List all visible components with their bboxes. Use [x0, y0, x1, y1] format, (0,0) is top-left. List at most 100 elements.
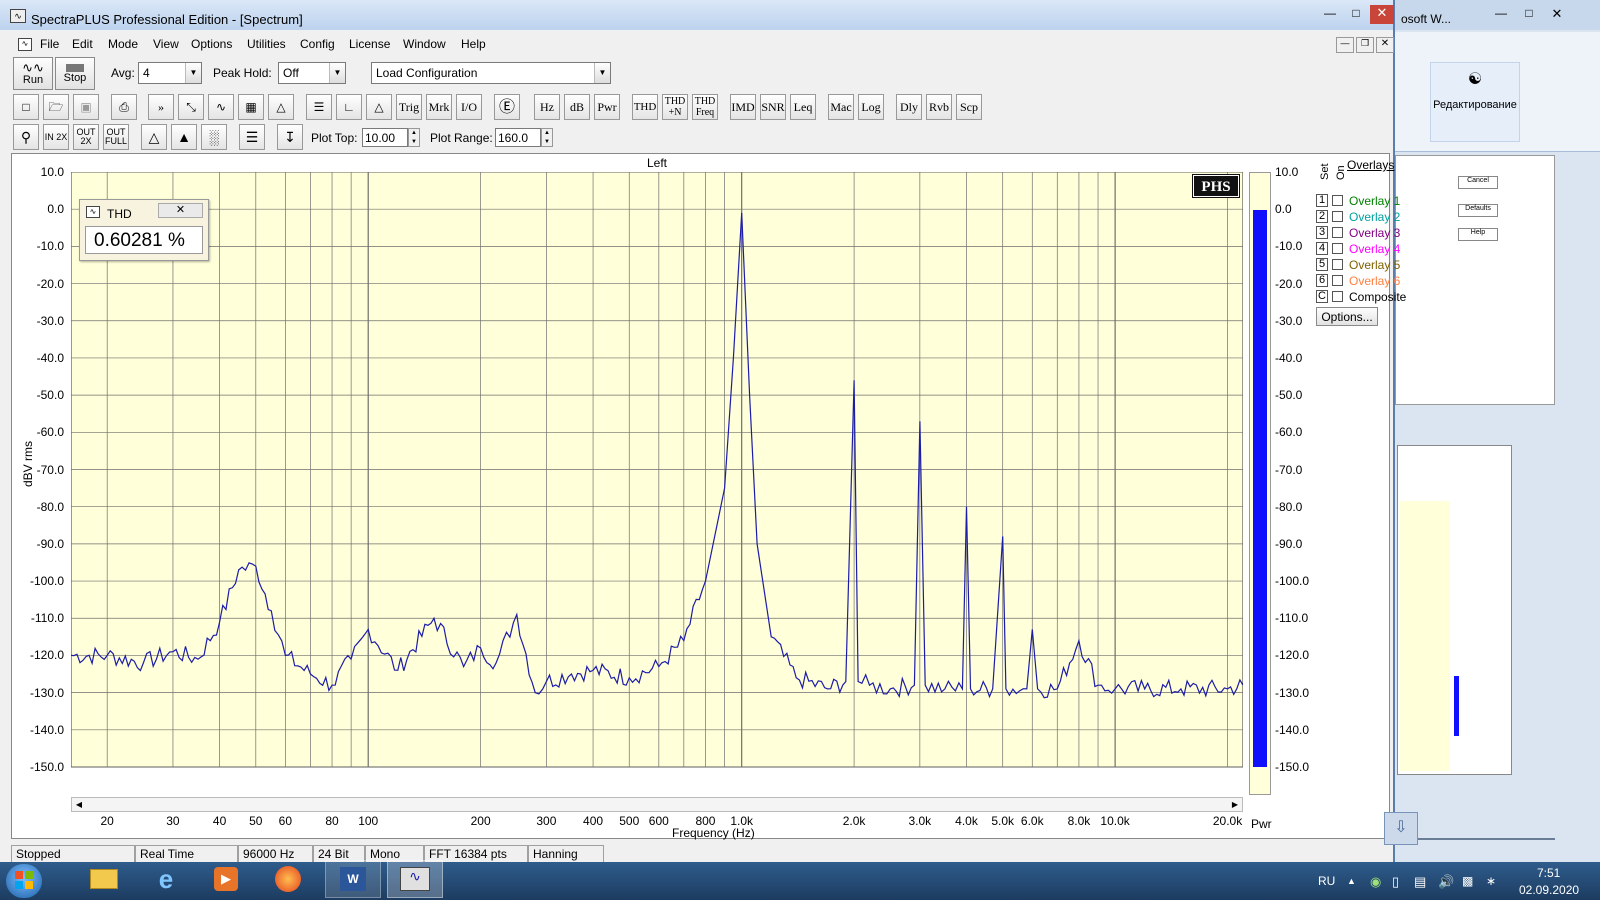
zoom-icon[interactable]: ⚲: [13, 124, 39, 150]
menu-options[interactable]: Options: [191, 37, 232, 51]
overlay-set-button[interactable]: 1: [1316, 194, 1328, 207]
zoom-in-button[interactable]: IN 2X: [43, 124, 69, 150]
horizontal-scrollbar[interactable]: ◀ ▶: [71, 797, 1243, 812]
new-file-icon[interactable]: □: [13, 94, 39, 120]
autoscale-icon[interactable]: ↧: [277, 124, 303, 150]
peak-icon[interactable]: △: [141, 124, 167, 150]
explorer-taskbar-icon[interactable]: [82, 860, 126, 898]
load-config-select[interactable]: Load Configuration ▼: [371, 62, 611, 84]
bg-maximize-button[interactable]: □: [1516, 6, 1542, 24]
plot-range-spinner[interactable]: ▲ ▼: [541, 128, 553, 147]
bg-minimize-button[interactable]: —: [1488, 6, 1514, 24]
pwr-button[interactable]: Pwr: [594, 94, 620, 120]
mode-wave-icon[interactable]: ∿: [208, 94, 234, 120]
leq-button[interactable]: Leq: [790, 94, 816, 120]
io-button[interactable]: I/O: [456, 94, 482, 120]
overlay-checkbox[interactable]: [1332, 275, 1343, 286]
zoom-out-button[interactable]: OUT 2X: [73, 124, 99, 150]
menu-mode[interactable]: Mode: [108, 37, 138, 51]
thd-meter-window[interactable]: ∿ THD ✕ 0.60281 %: [79, 199, 209, 261]
envelope-icon[interactable]: ▲: [171, 124, 197, 150]
signal-tray-icon[interactable]: ▩: [1462, 874, 1473, 888]
stop-button[interactable]: Stop: [55, 57, 95, 90]
spectraplus-taskbar-icon[interactable]: ∿: [387, 860, 443, 898]
compass-icon[interactable]: △: [366, 94, 392, 120]
menu-license[interactable]: License: [349, 37, 390, 51]
plot-range-input[interactable]: 160.0: [495, 128, 541, 147]
zoom-full-button[interactable]: OUT FULL: [103, 124, 129, 150]
overlay-row[interactable]: 2 Overlay 2: [1316, 210, 1400, 224]
mdi-doc-icon[interactable]: ∿: [18, 38, 32, 51]
word-taskbar-icon[interactable]: W: [325, 860, 381, 898]
hz-button[interactable]: Hz: [534, 94, 560, 120]
menu-edit[interactable]: Edit: [72, 37, 93, 51]
mdi-restore-button[interactable]: ❐: [1356, 37, 1374, 53]
bg-close-button[interactable]: ✕: [1544, 6, 1570, 24]
settings-list-icon[interactable]: ☰: [306, 94, 332, 120]
thdn-button[interactable]: THD +N: [662, 94, 688, 120]
dly-button[interactable]: Dly: [896, 94, 922, 120]
mdi-minimize-button[interactable]: —: [1336, 37, 1354, 53]
overlay-row[interactable]: 1 Overlay 1: [1316, 194, 1400, 208]
mode-3d-icon[interactable]: △: [268, 94, 294, 120]
thd-freq-button[interactable]: THD Freq: [692, 94, 718, 120]
list-icon[interactable]: ☰: [239, 124, 265, 150]
imd-button[interactable]: IMD: [730, 94, 756, 120]
overlay-checkbox[interactable]: [1332, 195, 1343, 206]
editing-ribbon-group[interactable]: ☯ Редактирование: [1430, 62, 1520, 142]
close-button[interactable]: ✕: [1370, 5, 1394, 24]
network-tray-icon[interactable]: ▤: [1414, 874, 1426, 890]
ie-taskbar-icon[interactable]: e: [144, 860, 188, 898]
plot-top-spinner[interactable]: ▲ ▼: [408, 128, 420, 147]
language-indicator[interactable]: RU: [1318, 874, 1335, 888]
overlay-row[interactable]: 6 Overlay 6: [1316, 274, 1400, 288]
minimize-button[interactable]: —: [1318, 6, 1342, 24]
mode-spectrogram-icon[interactable]: ▦: [238, 94, 264, 120]
bg-defaults-button[interactable]: Defaults: [1458, 204, 1498, 217]
thd-button[interactable]: THD: [632, 94, 658, 120]
mode-spectrum-icon[interactable]: ⤡: [178, 94, 204, 120]
run-button[interactable]: ∿∿ Run: [13, 57, 53, 90]
overlay-set-button[interactable]: 4: [1316, 242, 1328, 255]
bg-zoom-slider[interactable]: [1415, 838, 1555, 840]
media-player-taskbar-icon[interactable]: ▶: [204, 860, 248, 898]
overlay-row[interactable]: 5 Overlay 5: [1316, 258, 1400, 272]
bg-cancel-button[interactable]: Cancel: [1458, 176, 1498, 189]
clock-time[interactable]: 7:51: [1537, 866, 1560, 880]
overlay-checkbox[interactable]: [1332, 227, 1343, 238]
plot-top-input[interactable]: 10.00: [362, 128, 408, 147]
overlay-options-button[interactable]: Options...: [1316, 307, 1378, 326]
scp-button[interactable]: Scp: [956, 94, 982, 120]
clock-date[interactable]: 02.09.2020: [1519, 883, 1579, 897]
rvb-button[interactable]: Rvb: [926, 94, 952, 120]
overlay-row[interactable]: 4 Overlay 4: [1316, 242, 1400, 256]
menu-help[interactable]: Help: [461, 37, 486, 51]
generator-icon[interactable]: Ⓔ: [494, 94, 520, 120]
save-icon[interactable]: ▣: [73, 94, 99, 120]
scroll-down-widget[interactable]: ⇩: [1384, 812, 1418, 845]
scroll-left-icon[interactable]: ◀: [72, 798, 86, 811]
trig-button[interactable]: Trig: [396, 94, 422, 120]
menu-view[interactable]: View: [153, 37, 179, 51]
device-tray-icon[interactable]: ▯: [1392, 874, 1399, 890]
bluetooth-tray-icon[interactable]: ∗: [1486, 874, 1496, 888]
bg-help-button[interactable]: Help: [1458, 228, 1498, 241]
peak-hold-select[interactable]: Off ▼: [278, 62, 346, 84]
menu-window[interactable]: Window: [403, 37, 446, 51]
db-button[interactable]: dB: [564, 94, 590, 120]
overlay-checkbox[interactable]: [1332, 211, 1343, 222]
tray-expand-icon[interactable]: ▲: [1347, 876, 1356, 886]
scroll-right-icon[interactable]: ▶: [1228, 798, 1242, 811]
menu-file[interactable]: File: [40, 37, 59, 51]
start-button[interactable]: [6, 864, 42, 898]
overlay-row[interactable]: C Composite: [1316, 290, 1406, 304]
overlay-set-button[interactable]: 6: [1316, 274, 1328, 287]
overlay-checkbox[interactable]: [1332, 243, 1343, 254]
overlay-set-button[interactable]: 5: [1316, 258, 1328, 271]
maximize-button[interactable]: □: [1344, 6, 1368, 24]
mrk-button[interactable]: Mrk: [426, 94, 452, 120]
menu-utilities[interactable]: Utilities: [247, 37, 286, 51]
overlay-checkbox[interactable]: [1332, 291, 1343, 302]
spectrum-plot[interactable]: [71, 172, 1243, 795]
bars-icon[interactable]: ░: [201, 124, 227, 150]
